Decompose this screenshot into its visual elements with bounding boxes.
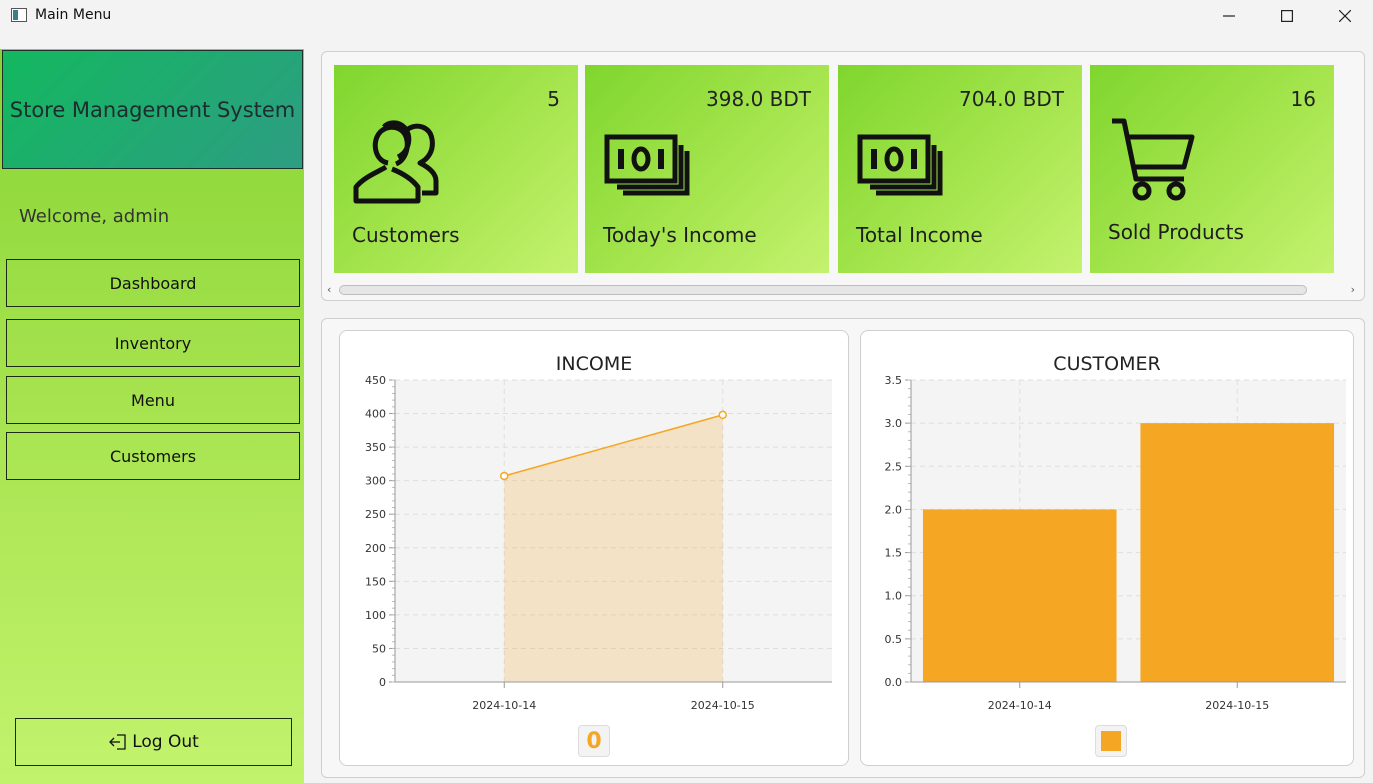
card-label: Today's Income [603, 223, 757, 247]
income-chart: INCOME 0 50 100 150 200 250 300 350 400 450 2024-1… [339, 330, 849, 766]
legend-label: 0 [586, 728, 602, 754]
card-label: Customers [352, 223, 460, 247]
logout-label: Log Out [132, 732, 199, 752]
income-chart-plot: 0 50 100 150 200 250 300 350 400 450 2024-10-14 202… [365, 374, 832, 712]
bar [1140, 423, 1335, 682]
todays-income-card: 398.0 BDT Today's Income [585, 65, 829, 273]
title-bar: Main Menu [0, 0, 1373, 32]
y-tick-label: 2.5 [885, 460, 903, 473]
card-value: 704.0 BDT [959, 87, 1064, 111]
y-tick-label: 3.0 [885, 417, 903, 430]
y-tick-label: 2.0 [885, 503, 903, 516]
nav-dashboard-button[interactable]: Dashboard [6, 259, 300, 307]
data-point [500, 471, 509, 481]
y-tick-label: 50 [372, 642, 386, 655]
y-tick-label: 1.5 [885, 547, 903, 560]
y-tick-label: 300 [365, 475, 386, 488]
customer-chart-plot: 0.0 0.5 1.0 1.5 2.0 2.5 3.0 3.5 2024-10-14 2024-1… [885, 374, 1346, 712]
y-tick-label: 3.5 [885, 374, 903, 387]
y-tick-label: 0.5 [885, 633, 903, 646]
maximize-button[interactable] [1258, 0, 1316, 32]
customer-chart: CUSTOMER 0.0 0.5 1.0 1.5 2.0 2.5 3.0 3.5 2024-10… [860, 330, 1354, 766]
money-icon [857, 134, 943, 196]
scroll-right-icon[interactable]: › [1351, 283, 1355, 296]
card-label: Sold Products [1108, 220, 1244, 244]
nav-inventory-button[interactable]: Inventory [6, 319, 300, 367]
bar [922, 509, 1117, 682]
x-tick-label: 2024-10-14 [988, 699, 1052, 712]
scroll-left-icon[interactable]: ‹ [327, 283, 331, 296]
income-legend: 0 [578, 725, 610, 757]
sold-products-card: 16 Sold Products [1090, 65, 1334, 273]
nav-menu-button[interactable]: Menu [6, 376, 300, 424]
nav-customers-button[interactable]: Customers [6, 432, 300, 480]
data-point [718, 410, 727, 420]
y-tick-label: 100 [365, 609, 386, 622]
sidebar: Store Management System Welcome, admin D… [0, 49, 304, 783]
x-tick-label: 2024-10-15 [1205, 699, 1269, 712]
customer-legend [1095, 725, 1127, 757]
x-tick-label: 2024-10-14 [472, 699, 536, 712]
y-tick-label: 0 [379, 676, 386, 689]
horizontal-scrollbar[interactable]: ‹ › [325, 282, 1361, 298]
legend-swatch [1101, 731, 1121, 751]
window-title: Main Menu [35, 7, 112, 23]
x-tick-label: 2024-10-15 [691, 699, 755, 712]
users-icon [353, 120, 439, 204]
cart-icon [1112, 118, 1195, 201]
minimize-icon [1223, 15, 1235, 17]
money-icon [604, 134, 690, 196]
close-icon [1339, 10, 1351, 22]
y-tick-label: 200 [365, 542, 386, 555]
y-tick-label: 1.0 [885, 590, 903, 603]
total-income-card: 704.0 BDT Total Income [838, 65, 1082, 273]
card-value: 398.0 BDT [706, 87, 811, 111]
minimize-button[interactable] [1200, 0, 1258, 32]
y-tick-label: 450 [365, 374, 386, 387]
app-icon [11, 8, 27, 22]
card-value: 16 [1290, 87, 1316, 111]
app-brand: Store Management System [2, 50, 303, 169]
y-tick-label: 350 [365, 441, 386, 454]
stats-panel: 5 Customers 398.0 BDT Today's Income 704… [321, 51, 1365, 301]
y-tick-label: 400 [365, 408, 386, 421]
maximize-icon [1281, 10, 1293, 22]
customers-card: 5 Customers [334, 65, 578, 273]
scrollbar-thumb[interactable] [339, 285, 1307, 295]
card-value: 5 [547, 87, 560, 111]
y-tick-label: 250 [365, 508, 386, 521]
logout-icon [109, 734, 126, 750]
logout-button[interactable]: Log Out [15, 718, 292, 766]
card-label: Total Income [856, 223, 983, 247]
charts-panel: INCOME 0 50 100 150 200 250 300 350 400 450 2024-1… [321, 318, 1365, 778]
y-tick-label: 0.0 [885, 676, 903, 689]
close-button[interactable] [1316, 0, 1373, 32]
y-tick-label: 150 [365, 575, 386, 588]
welcome-text: Welcome, admin [19, 206, 170, 227]
